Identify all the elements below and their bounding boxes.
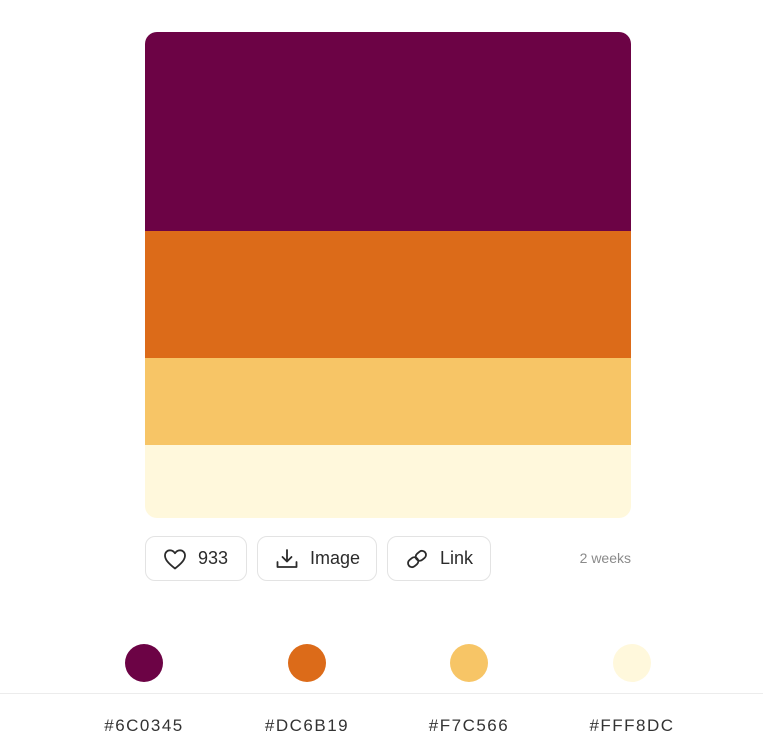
copy-link-button[interactable]: Link	[387, 536, 491, 581]
palette-band-2[interactable]	[145, 231, 631, 358]
palette-preview[interactable]	[145, 32, 631, 518]
link-icon	[404, 546, 430, 572]
like-button[interactable]: 933	[145, 536, 247, 581]
palette-age: 2 weeks	[579, 550, 631, 566]
palette-band-1[interactable]	[145, 32, 631, 231]
palette-band-4[interactable]	[145, 445, 631, 518]
download-icon	[274, 546, 300, 572]
color-swatch-item[interactable]: #F7C566	[409, 644, 529, 744]
color-swatch-item[interactable]: #6C0345	[84, 644, 204, 744]
palette-actions: 933 Image Link 2 weeks	[145, 536, 631, 583]
color-swatch-item[interactable]: #FFF8DC	[572, 644, 692, 744]
color-hex-code[interactable]: #6C0345	[84, 716, 204, 736]
palette-page: 933 Image Link 2 weeks #6C0345 #DC6B19 #…	[0, 0, 763, 755]
link-label: Link	[440, 548, 474, 568]
color-dot[interactable]	[288, 644, 326, 682]
like-count: 933	[198, 548, 229, 568]
color-hex-code[interactable]: #F7C566	[409, 716, 529, 736]
color-hex-code[interactable]: #FFF8DC	[572, 716, 692, 736]
image-label: Image	[310, 548, 361, 568]
color-dot[interactable]	[125, 644, 163, 682]
color-dot[interactable]	[450, 644, 488, 682]
download-image-button[interactable]: Image	[257, 536, 377, 581]
color-swatch-item[interactable]: #DC6B19	[247, 644, 367, 744]
color-dot[interactable]	[613, 644, 651, 682]
palette-band-3[interactable]	[145, 358, 631, 445]
heart-icon	[162, 546, 188, 572]
color-hex-code[interactable]: #DC6B19	[247, 716, 367, 736]
